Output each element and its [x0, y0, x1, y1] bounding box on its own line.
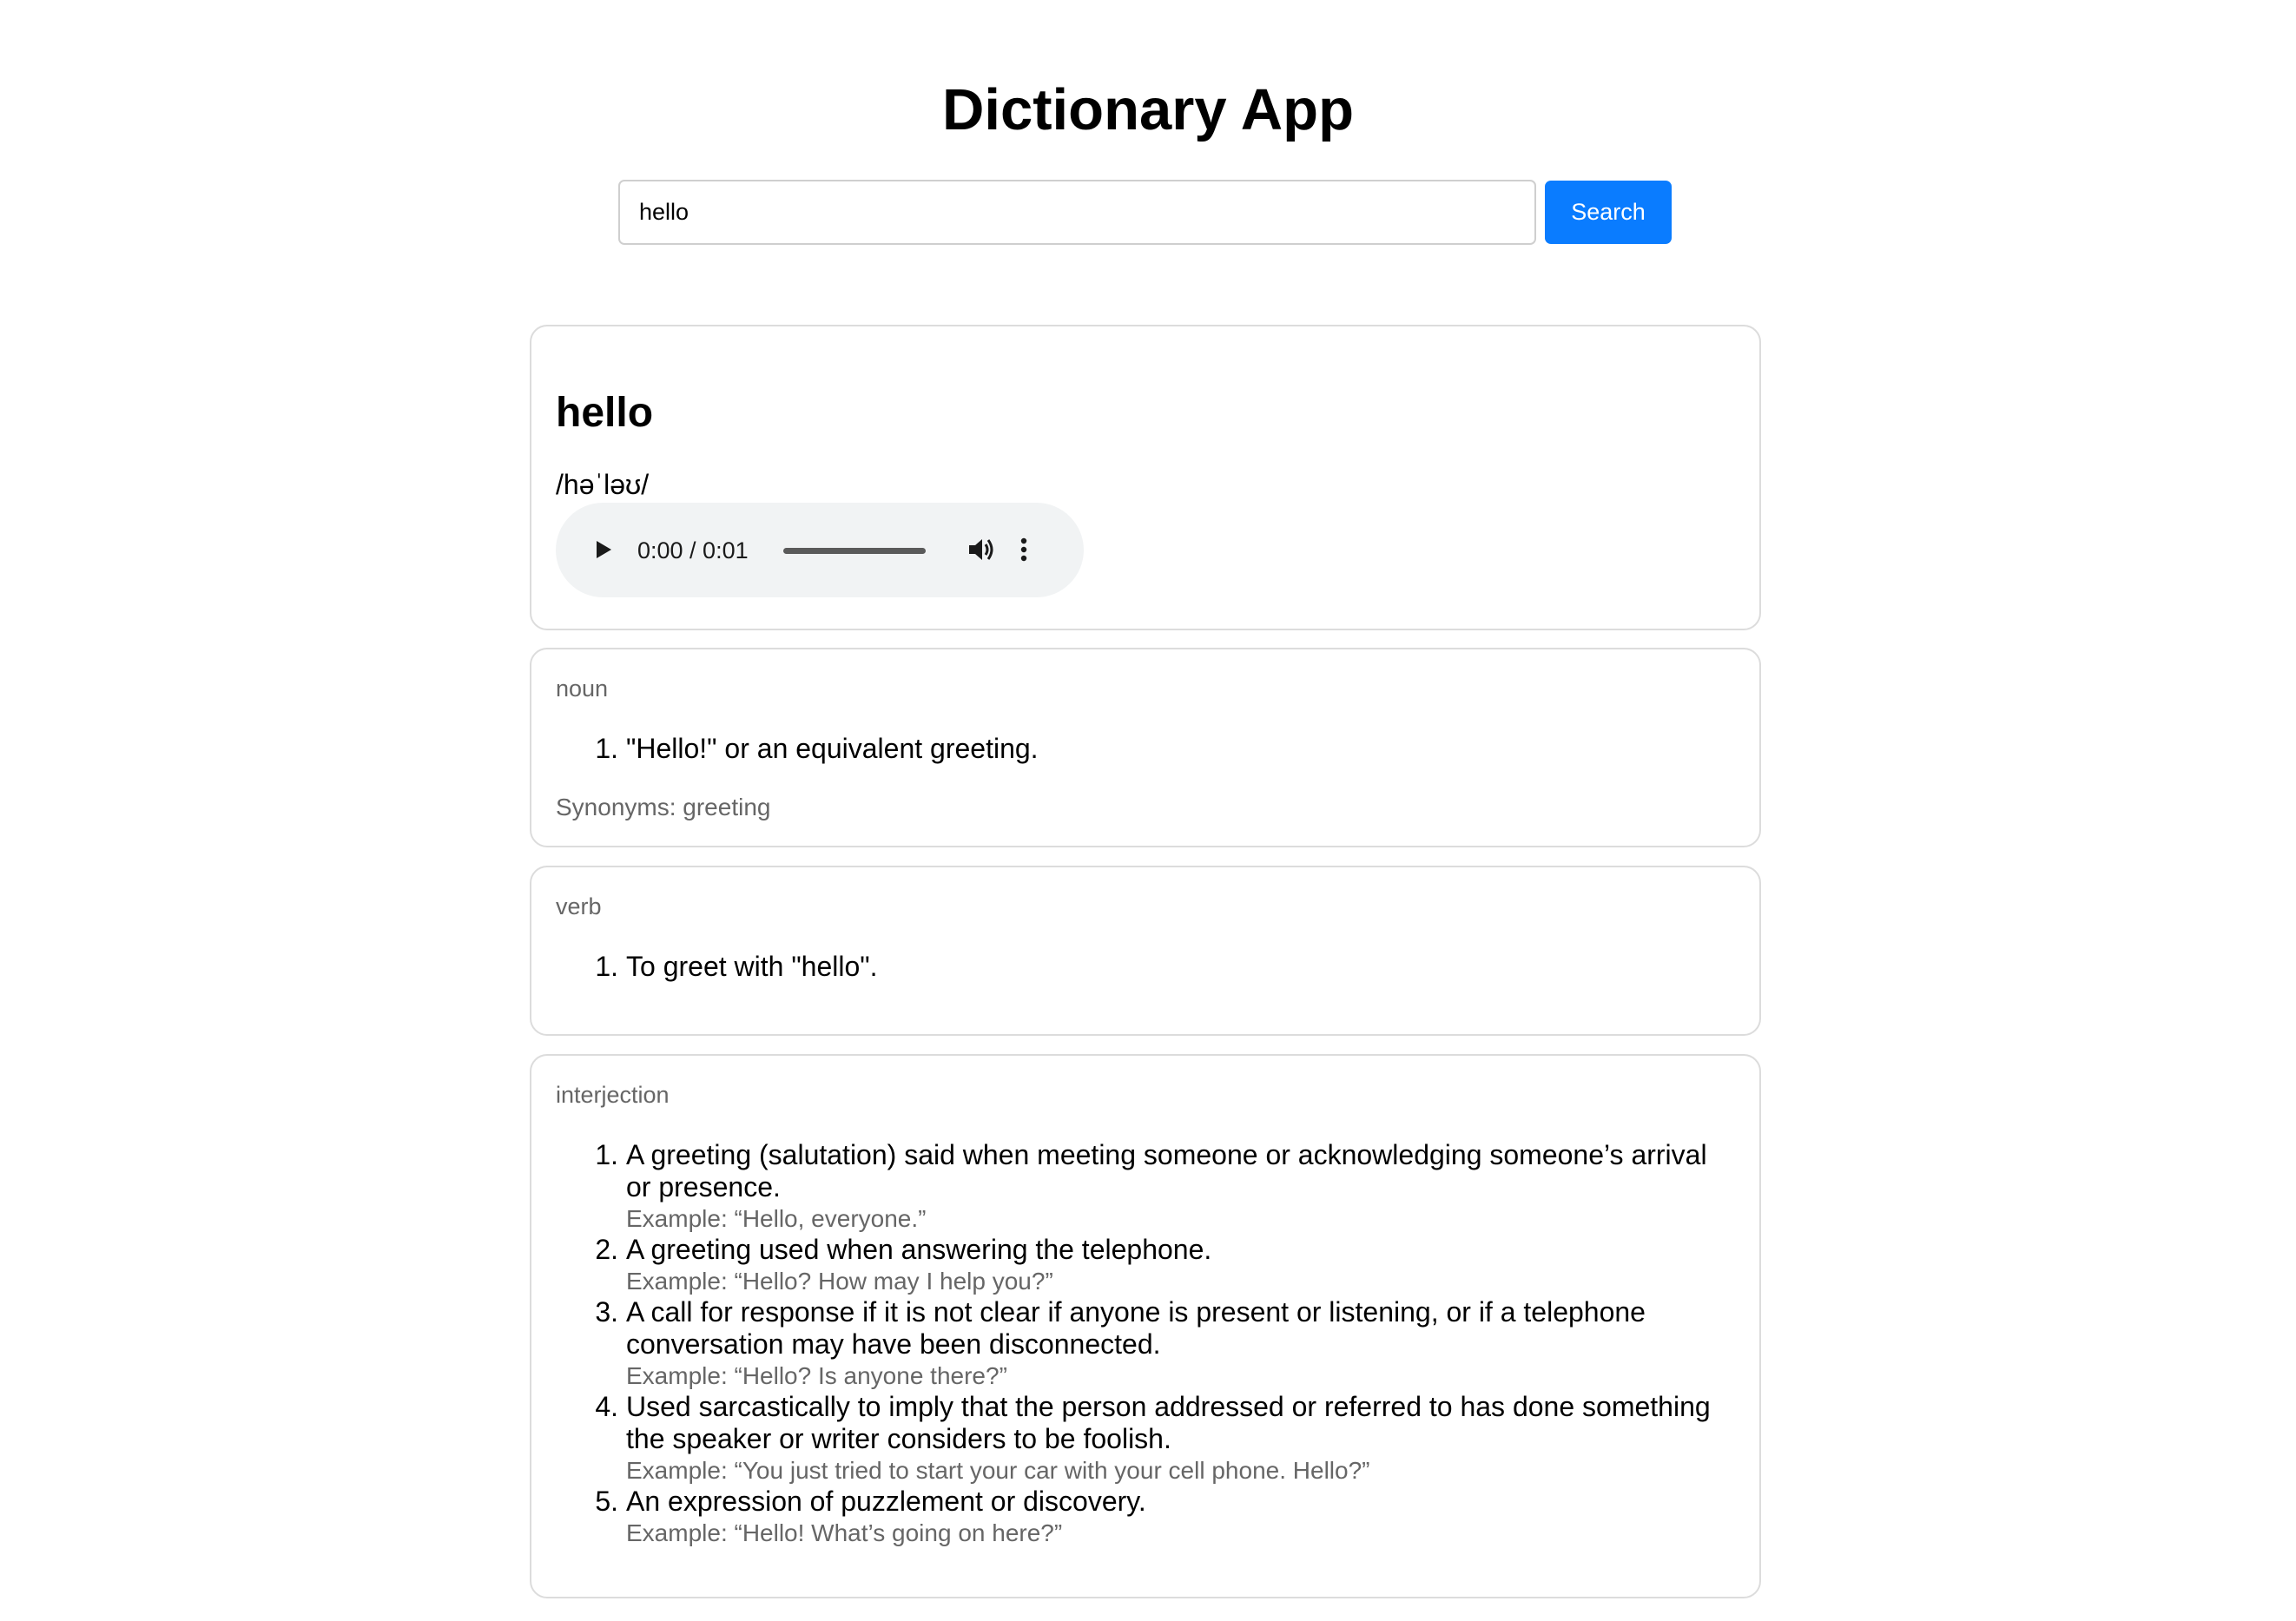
- definition-text: A call for response if it is not clear i…: [626, 1296, 1646, 1360]
- definition-item: 1. To greet with "hello".: [556, 951, 1735, 983]
- definition-example: Example: “Hello! What’s going on here?”: [626, 1519, 1063, 1546]
- definition-item: 5. An expression of puzzlement or discov…: [556, 1486, 1735, 1548]
- definition-example: Example: “Hello, everyone.”: [626, 1205, 927, 1232]
- dictionary-app: Dictionary App Search hello /həˈləʊ/ 0:0…: [0, 0, 2296, 1621]
- page-title: Dictionary App: [941, 77, 1354, 142]
- part-of-speech-label: interjection: [556, 1082, 670, 1108]
- word-card: hello /həˈləʊ/ 0:00 / 0:01: [530, 325, 1761, 630]
- part-of-speech-label: verb: [556, 893, 602, 919]
- definition-text: A greeting (salutation) said when meetin…: [626, 1139, 1707, 1203]
- definition-text: Used sarcastically to imply that the per…: [626, 1391, 1711, 1454]
- definition-number: 3.: [595, 1296, 618, 1328]
- definition-example: Example: “You just tried to start your c…: [626, 1457, 1370, 1484]
- definition-text: An expression of puzzlement or discovery…: [626, 1486, 1146, 1517]
- definition-text: "Hello!" or an equivalent greeting.: [626, 733, 1039, 764]
- meaning-card-interjection: interjection 1. A greeting (salutation) …: [530, 1054, 1761, 1598]
- play-icon[interactable]: [589, 536, 617, 563]
- audio-player: 0:00 / 0:01: [556, 503, 1084, 597]
- definition-example: Example: “Hello? Is anyone there?”: [626, 1362, 1007, 1389]
- search-button[interactable]: Search: [1545, 181, 1672, 244]
- definition-text: To greet with "hello".: [626, 951, 878, 982]
- definition-item: 2. A greeting used when answering the te…: [556, 1234, 1735, 1296]
- audio-progress-slider[interactable]: [783, 548, 926, 554]
- search-input[interactable]: [618, 180, 1536, 245]
- definition-item: 3. A call for response if it is not clea…: [556, 1296, 1735, 1391]
- definition-number: 2.: [595, 1234, 618, 1265]
- definition-item: 1. A greeting (salutation) said when mee…: [556, 1139, 1735, 1234]
- search-bar: Search: [618, 180, 1672, 245]
- definition-item: 1. "Hello!" or an equivalent greeting.: [556, 733, 1735, 765]
- audio-time: 0:00 / 0:01: [637, 537, 749, 563]
- definition-list: 1. To greet with "hello".: [556, 951, 1735, 983]
- definition-number: 1.: [595, 951, 618, 982]
- definition-number: 1.: [595, 733, 618, 764]
- word-heading: hello: [556, 390, 654, 436]
- definition-number: 4.: [595, 1391, 618, 1422]
- definition-number: 5.: [595, 1486, 618, 1517]
- definition-number: 1.: [595, 1139, 618, 1170]
- volume-icon[interactable]: [966, 534, 997, 565]
- meaning-card-verb: verb 1. To greet with "hello".: [530, 866, 1761, 1036]
- definition-example: Example: “Hello? How may I help you?”: [626, 1268, 1053, 1295]
- definition-list: 1. "Hello!" or an equivalent greeting.: [556, 733, 1735, 765]
- definition-text: A greeting used when answering the telep…: [626, 1234, 1212, 1265]
- meaning-card-noun: noun 1. "Hello!" or an equivalent greeti…: [530, 648, 1761, 847]
- definition-list: 1. A greeting (salutation) said when mee…: [556, 1139, 1735, 1548]
- more-options-icon[interactable]: [1016, 534, 1032, 565]
- phonetic-text: /həˈləʊ/: [556, 469, 650, 500]
- synonyms-text: Synonyms: greeting: [556, 794, 771, 820]
- definition-item: 4. Used sarcastically to imply that the …: [556, 1391, 1735, 1486]
- part-of-speech-label: noun: [556, 675, 609, 702]
